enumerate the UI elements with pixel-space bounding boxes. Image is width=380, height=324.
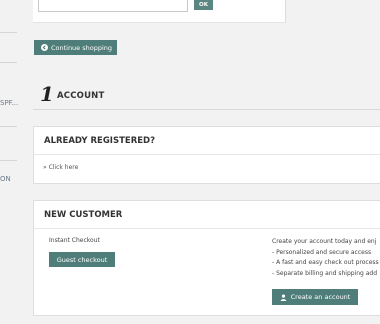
code-input[interactable]	[38, 0, 188, 12]
already-registered-heading: ALREADY REGISTERED?	[34, 127, 380, 155]
coupon-panel: OK	[33, 0, 286, 23]
benefit-line: Create your account today and enj	[272, 238, 377, 245]
benefit-line: - Personalized and secure access	[272, 248, 372, 256]
sidebar-link[interactable]: ON	[0, 175, 11, 183]
sidebar-divider	[0, 32, 17, 33]
benefit-line: - Separate billing and shipping add	[272, 269, 378, 277]
account-benefits: Create your account today and enj - Pers…	[272, 237, 379, 279]
create-account-button[interactable]: Create an account	[272, 289, 358, 305]
chevron-left-icon	[40, 44, 48, 51]
guest-checkout-button[interactable]: Guest checkout	[49, 252, 115, 267]
already-registered-panel: ALREADY REGISTERED? » Click here	[33, 126, 380, 184]
step-title: ACCOUNT	[57, 91, 105, 101]
instant-checkout-label: Instant Checkout	[49, 237, 100, 244]
click-here-link[interactable]: » Click here	[43, 164, 78, 171]
continue-shopping-label: Continue shopping	[50, 43, 113, 52]
sidebar-divider	[0, 160, 17, 161]
sidebar-divider	[0, 126, 17, 127]
left-sidebar: SPF... ON	[0, 0, 20, 324]
ok-button[interactable]: OK	[194, 0, 213, 10]
step-divider	[33, 109, 380, 110]
benefit-line: - A fast and easy check out process	[272, 259, 379, 266]
continue-shopping-button[interactable]: Continue shopping	[34, 40, 117, 55]
new-customer-heading: NEW CUSTOMER	[34, 201, 380, 229]
sidebar-item-truncated[interactable]: SPF...	[0, 99, 18, 107]
new-customer-panel: NEW CUSTOMER Instant Checkout Guest chec…	[33, 200, 380, 316]
create-account-label: Create an account	[290, 293, 351, 301]
sidebar-divider	[0, 62, 17, 63]
step-number: 1	[40, 82, 54, 106]
user-icon	[280, 293, 286, 301]
